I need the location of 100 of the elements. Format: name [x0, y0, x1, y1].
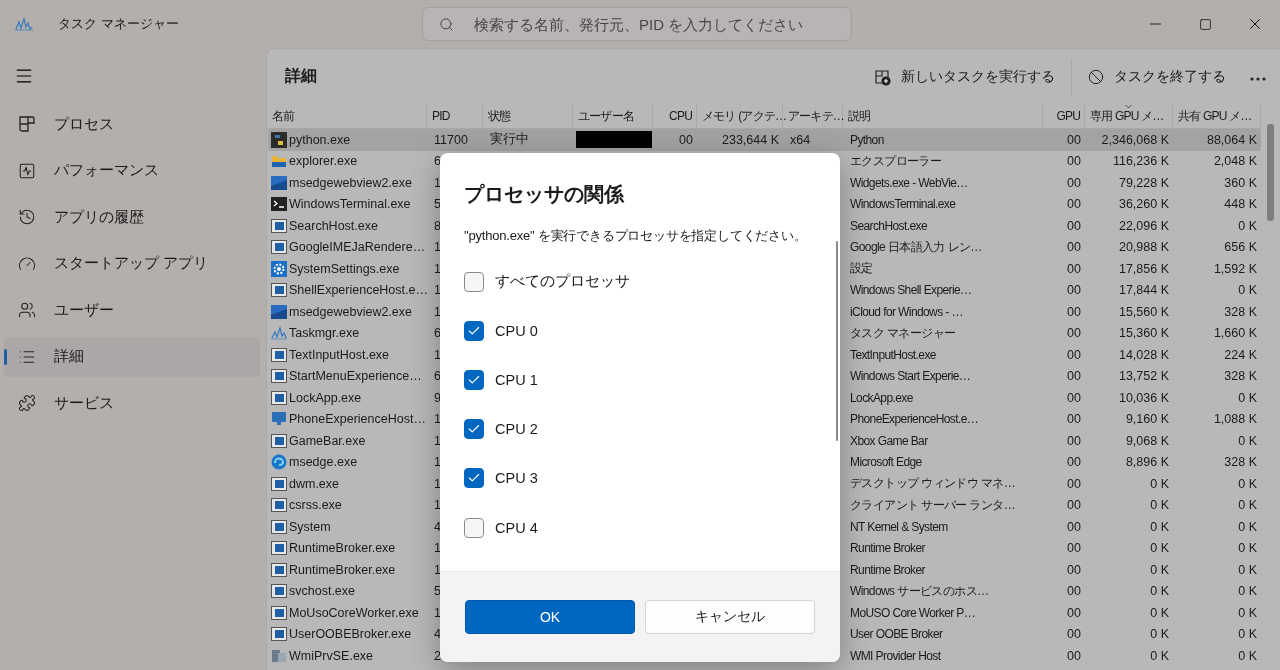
- table-cell: TextInputHost.exe: [850, 347, 936, 362]
- column-header[interactable]: 状態: [483, 104, 573, 128]
- table-cell: 15,560 K: [1118, 304, 1169, 319]
- table-cell: 2,048 K: [1213, 154, 1257, 169]
- checkbox[interactable]: [464, 369, 484, 390]
- column-header[interactable]: 説明: [843, 104, 1043, 128]
- table-cell: 00: [1067, 390, 1081, 405]
- nav-item[interactable]: アプリの履歴: [4, 197, 260, 237]
- ok-button[interactable]: OK: [465, 600, 635, 634]
- table-cell: 9,068 K: [1125, 433, 1169, 448]
- end-task-button[interactable]: タスクを終了する: [1076, 61, 1238, 92]
- table-cell: 0 K: [1150, 605, 1169, 620]
- window-icon: [271, 368, 287, 385]
- column-header[interactable]: GPU: [1043, 104, 1085, 128]
- new-task-button[interactable]: 新しいタスクを実行する: [861, 61, 1067, 92]
- table-cell: 0 K: [1150, 541, 1169, 556]
- table-cell: 224 K: [1224, 347, 1257, 362]
- table-cell: 36,260 K: [1118, 197, 1169, 212]
- swirl-icon: [271, 454, 287, 471]
- checkbox-label: CPU 3: [495, 470, 538, 487]
- column-header[interactable]: PID: [427, 104, 483, 128]
- checkbox[interactable]: [464, 468, 484, 489]
- nav-item[interactable]: プロセス: [4, 104, 260, 144]
- table-cell: 1: [434, 175, 441, 190]
- table-cell: 設定: [850, 260, 873, 278]
- nav-item[interactable]: 詳細: [4, 336, 260, 377]
- process-name: StartMenuExperience…: [268, 368, 428, 385]
- table-cell: NT Kernel & System: [850, 519, 948, 534]
- grid-icon: [18, 115, 36, 133]
- table-cell: 11700: [434, 132, 468, 147]
- table-cell: 00: [1067, 627, 1081, 642]
- table-cell: SearchHost.exe: [850, 218, 927, 233]
- table-cell: 00: [1067, 541, 1081, 556]
- window-icon: [271, 282, 287, 299]
- nav-item[interactable]: スタートアップ アプリ: [4, 243, 260, 284]
- table-cell: 1: [434, 261, 441, 276]
- history-icon: [18, 208, 36, 226]
- table-cell: 1: [434, 605, 441, 620]
- table-cell: 0 K: [1238, 605, 1257, 620]
- nav-item[interactable]: パフォーマンス: [4, 150, 260, 191]
- column-header[interactable]: 専用 GPU メ…: [1085, 104, 1173, 128]
- tile-icon: [271, 174, 287, 191]
- table-cell: 4: [434, 627, 441, 642]
- table-cell: 6: [434, 326, 441, 341]
- checkbox[interactable]: [464, 271, 484, 292]
- nav-item[interactable]: ユーザー: [4, 290, 260, 330]
- search-field[interactable]: 検索する名前、発行元、PID を入力してください: [422, 7, 852, 41]
- table-cell: 00: [1067, 455, 1081, 470]
- table-cell: Microsoft Edge: [850, 455, 922, 470]
- process-name: explorer.exe: [268, 153, 428, 170]
- selected-row[interactable]: python.exe 11700 実行中 00 233,644 K x64 Python 00 2,346,068 K 88,064 K: [268, 129, 1261, 151]
- table-cell: 00: [1067, 476, 1081, 491]
- table-cell: 8,896 K: [1125, 455, 1169, 470]
- table-cell: WMI Provider Host: [850, 648, 941, 663]
- table-cell: 1: [434, 412, 441, 427]
- column-header[interactable]: CPU: [653, 104, 697, 128]
- table-cell: 0 K: [1238, 584, 1257, 599]
- process-name: ShellExperienceHost.e…: [268, 282, 428, 299]
- table-cell: 1: [434, 304, 441, 319]
- checkbox[interactable]: [464, 320, 484, 341]
- table-cell: 00: [1067, 433, 1081, 448]
- activity-icon: [18, 161, 36, 180]
- terminal-icon: [271, 196, 287, 213]
- table-cell: 00: [1067, 132, 1081, 147]
- window-icon: [271, 432, 287, 449]
- scrollbar-thumb[interactable]: [1266, 124, 1274, 221]
- process-name: Taskmgr.exe: [268, 325, 428, 342]
- process-name: GoogleIMEJaRendere…: [268, 239, 428, 256]
- window-icon: [271, 518, 287, 535]
- search-icon: [439, 16, 454, 32]
- table-cell: Python: [850, 132, 884, 147]
- table-cell: 1,592 K: [1213, 261, 1257, 276]
- checkbox[interactable]: [464, 517, 484, 538]
- table-cell: 00: [1067, 412, 1081, 427]
- checkbox-label: CPU 0: [495, 322, 538, 339]
- server-icon: [271, 647, 287, 664]
- scrollbar[interactable]: [836, 241, 838, 441]
- window-icon: [271, 475, 287, 492]
- table-cell: 0 K: [1238, 498, 1257, 513]
- table-cell: クライアント サーバー ランタ…: [850, 496, 1016, 514]
- cancel-button[interactable]: キャンセル: [645, 600, 815, 634]
- table-cell: エクスプローラー: [850, 152, 942, 170]
- column-header[interactable]: 共有 GPU メ…: [1173, 104, 1261, 128]
- table-cell: 0 K: [1238, 648, 1257, 663]
- column-header[interactable]: 名前: [267, 104, 427, 128]
- column-header[interactable]: ユーザー名: [573, 104, 653, 128]
- checkbox[interactable]: [464, 419, 484, 440]
- table-cell: 14,028 K: [1118, 347, 1169, 362]
- table-cell: Runtime Broker: [850, 562, 925, 577]
- nav-item[interactable]: サービス: [4, 383, 260, 423]
- table-cell: デスクトップ ウィンドウ マネ…: [850, 475, 1016, 493]
- table-cell: 1: [434, 498, 441, 513]
- process-name: UserOOBEBroker.exe: [268, 626, 428, 643]
- table-cell: 00: [1067, 154, 1081, 169]
- table-cell: 79,228 K: [1118, 175, 1169, 190]
- logo-icon: [271, 131, 287, 148]
- table-cell: 0 K: [1150, 584, 1169, 599]
- process-name: RuntimeBroker.exe: [268, 540, 428, 557]
- process-name: dwm.exe: [268, 475, 428, 492]
- window-icon: [271, 239, 287, 256]
